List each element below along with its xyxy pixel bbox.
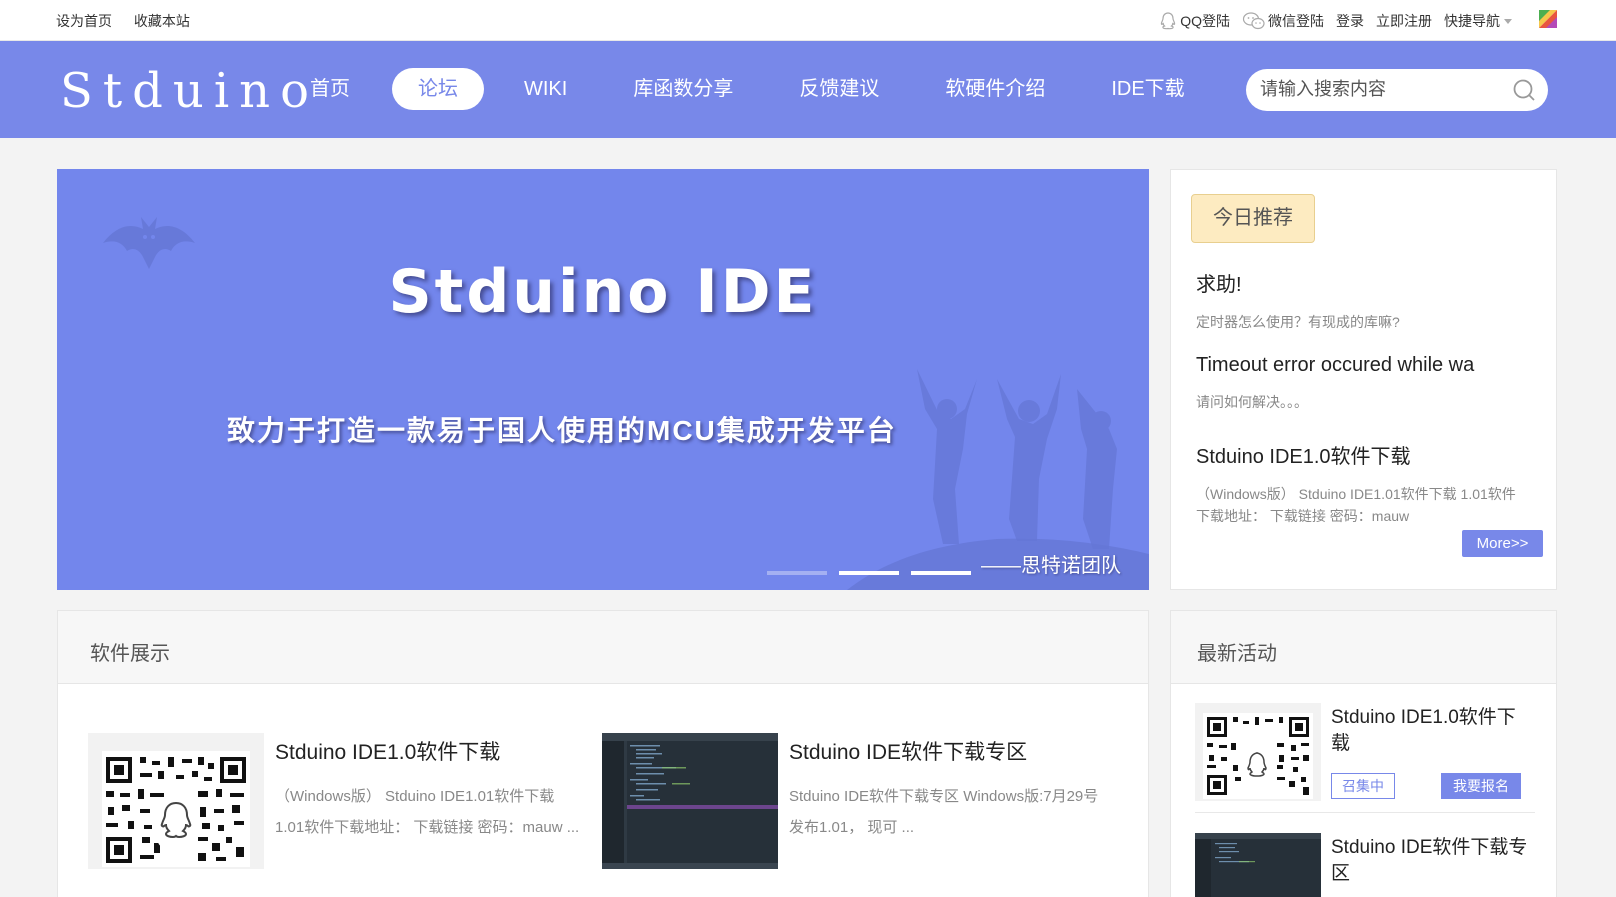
banner-pagination xyxy=(755,571,971,575)
site-logo[interactable]: Stduino xyxy=(60,63,319,119)
nav-wiki[interactable]: WIKI xyxy=(498,68,593,110)
wechat-login-link[interactable]: 微信登陆 xyxy=(1242,11,1324,31)
recommend-item[interactable]: Timeout error occured while wa 请问如何解决。。。 xyxy=(1196,354,1526,413)
bookmark-link[interactable]: 收藏本站 xyxy=(134,13,190,29)
qq-icon xyxy=(1161,12,1176,30)
software-card-desc: （Windows版） Stduino IDE1.01软件下载 1.01软件下载地… xyxy=(275,788,580,836)
recommend-item[interactable]: Stduino IDE1.0软件下载 （Windows版） Stduino ID… xyxy=(1196,440,1526,527)
banner-dot[interactable] xyxy=(767,571,827,575)
software-card-desc: Stduino IDE软件下载专区 Windows版:7月29号发布1.01， … xyxy=(789,788,1099,836)
nav-library-share[interactable]: 库函数分享 xyxy=(607,68,759,110)
qq-login-link[interactable]: QQ登陆 xyxy=(1158,11,1230,31)
software-card-title[interactable]: Stduino IDE1.0软件下载 xyxy=(275,736,500,766)
search-input[interactable] xyxy=(1260,79,1500,100)
section-heading: 软件展示 xyxy=(58,611,1148,684)
banner-team-signature: ——思特诺团队 xyxy=(981,555,1121,577)
search-icon[interactable] xyxy=(1512,78,1536,102)
ide-screenshot-thumbnail[interactable] xyxy=(602,733,778,869)
register-label: 立即注册 xyxy=(1376,13,1432,29)
qr-code-thumbnail[interactable] xyxy=(88,733,264,869)
recommend-item-desc: 请问如何解决。。。 xyxy=(1196,394,1308,410)
nav-hardware-intro[interactable]: 软硬件介绍 xyxy=(919,68,1071,110)
quick-nav-dropdown[interactable]: 快捷导航 xyxy=(1444,11,1512,31)
status-badge: 召集中 xyxy=(1331,773,1395,799)
qq-login-label: QQ登陆 xyxy=(1180,13,1230,29)
more-button[interactable]: More>> xyxy=(1462,530,1543,557)
recommend-item[interactable]: 求助! 定时器怎么使用？有现成的库嘛? xyxy=(1196,268,1526,333)
login-label: 登录 xyxy=(1336,13,1364,29)
banner-dot-active[interactable] xyxy=(839,571,899,575)
nav-forum[interactable]: 论坛 xyxy=(392,68,484,110)
recommend-item-title[interactable]: Timeout error occured while wa xyxy=(1196,354,1526,377)
activity-title[interactable]: Stduino IDE软件下载专区 xyxy=(1331,835,1531,887)
recommend-item-title[interactable]: 求助! xyxy=(1196,268,1526,297)
top-bar-right: QQ登陆 微信登陆 登录 立即注册 快捷导航 xyxy=(1146,11,1512,31)
register-link[interactable]: 立即注册 xyxy=(1376,11,1432,31)
quick-nav-label: 快捷导航 xyxy=(1444,13,1500,29)
top-bar: 设为首页 收藏本站 QQ登陆 微信登陆 登录 立即注册 快捷导航 xyxy=(0,0,1616,41)
activity-title[interactable]: Stduino IDE1.0软件下载 xyxy=(1331,705,1531,757)
search-box xyxy=(1246,69,1548,111)
banner-title: Stduino IDE xyxy=(388,257,818,327)
software-card-title[interactable]: Stduino IDE软件下载专区 xyxy=(789,736,1027,766)
set-home-link[interactable]: 设为首页 xyxy=(56,13,112,29)
ide-screenshot-thumbnail[interactable] xyxy=(1195,833,1321,897)
recommend-item-title[interactable]: Stduino IDE1.0软件下载 xyxy=(1196,440,1526,469)
nav-home[interactable]: 首页 xyxy=(296,68,366,110)
qr-code-thumbnail[interactable] xyxy=(1195,703,1321,801)
main-header: Stduino 首页 论坛 WIKI 库函数分享 反馈建议 软硬件介绍 IDE下… xyxy=(0,41,1616,138)
latest-activities-section: 最新活动 Stduino IDE1.0软件下载 召集中 我要报名 Stduino… xyxy=(1170,610,1557,897)
hero-banner[interactable]: Stduino IDE 致力于打造一款易于国人使用的MCU集成开发平台 ——思特… xyxy=(57,169,1149,590)
banner-slogan: 致力于打造一款易于国人使用的MCU集成开发平台 xyxy=(227,415,897,446)
software-showcase-section: 软件展示 Stduino IDE1.0软件下载 （Windows版） Stdui… xyxy=(57,610,1149,897)
banner-dot[interactable] xyxy=(911,571,971,575)
wechat-login-label: 微信登陆 xyxy=(1268,13,1324,29)
nav-feedback[interactable]: 反馈建议 xyxy=(773,68,905,110)
recommend-item-desc: 定时器怎么使用？有现成的库嘛? xyxy=(1196,314,1400,330)
top-bar-left: 设为首页 收藏本站 xyxy=(56,11,208,31)
today-recommend-panel: 今日推荐 求助! 定时器怎么使用？有现成的库嘛? Timeout error o… xyxy=(1170,169,1557,590)
section-heading: 最新活动 xyxy=(1171,611,1556,684)
divider xyxy=(1195,812,1535,813)
main-nav: 首页 论坛 WIKI 库函数分享 反馈建议 软硬件介绍 IDE下载 xyxy=(296,68,1225,110)
login-link[interactable]: 登录 xyxy=(1336,11,1364,31)
nav-ide-download[interactable]: IDE下载 xyxy=(1085,68,1210,110)
wechat-icon xyxy=(1242,12,1265,30)
today-recommend-tag: 今日推荐 xyxy=(1191,194,1315,243)
signup-button[interactable]: 我要报名 xyxy=(1441,773,1521,799)
chevron-down-icon xyxy=(1504,18,1512,24)
site-color-logo-icon[interactable] xyxy=(1538,9,1558,29)
recommend-item-desc: （Windows版） Stduino IDE1.01软件下载 1.01软件下载地… xyxy=(1196,486,1516,524)
